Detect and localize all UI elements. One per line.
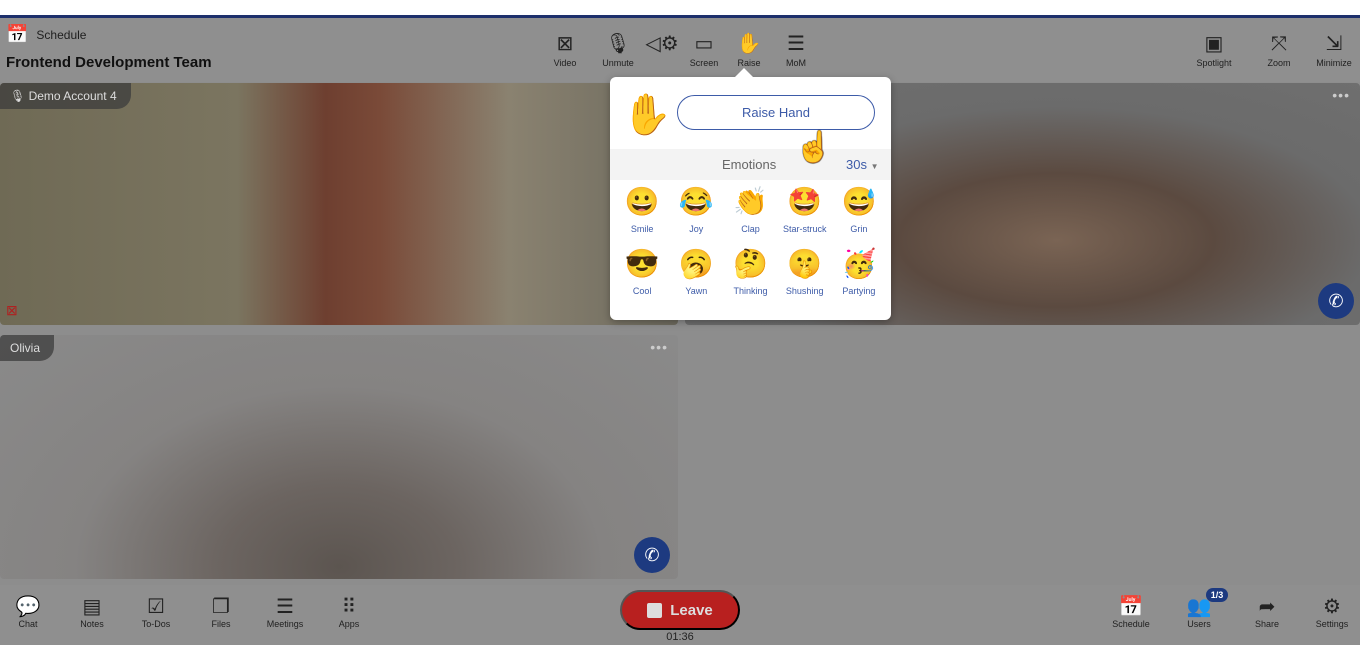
camera-off-icon: ⊠	[6, 302, 18, 318]
hand-icon: ✋	[736, 33, 762, 55]
phone-icon[interactable]: ✆	[634, 537, 670, 573]
emoji-icon: 😂	[678, 186, 714, 217]
emotion-yawn[interactable]: 🥱 Yawn	[669, 247, 723, 299]
emotions-label: Emotions	[722, 157, 777, 172]
spotlight-icon: ▣	[1204, 33, 1224, 55]
emotion-label: Cool	[632, 286, 652, 296]
files-button[interactable]: ❐ Files	[196, 595, 246, 629]
expand-icon: ⤧	[1271, 33, 1287, 55]
meetings-button[interactable]: ☰ Meetings	[260, 595, 310, 629]
apps-button[interactable]: ⠿ Apps	[324, 595, 374, 629]
emoji-icon: 🥱	[678, 248, 714, 279]
emotion-joy[interactable]: 😂 Joy	[669, 185, 723, 237]
emotion-grin[interactable]: 😅 Grin	[832, 185, 886, 237]
minimize-icon: ⇲	[1325, 33, 1343, 55]
meeting-timer: 01:36	[666, 631, 694, 643]
raise-hand-popup: ✋ Raise Hand Emotions 30s ▼ 😀 Smile 😂 Joy 👏 C…	[610, 68, 891, 320]
mic-off-icon: 🎙	[605, 33, 631, 55]
stop-icon	[647, 602, 663, 618]
chat-icon: 💬	[15, 596, 41, 618]
emoji-icon: 😅	[841, 186, 877, 217]
emoji-icon: 🤫	[787, 248, 823, 279]
video-tile[interactable]: Olivia ••• ✆	[0, 335, 678, 579]
bottom-bar: 💬 Chat ▤ Notes ☑ To-Dos ❐ Files ☰ Meetings ⠿ A…	[0, 585, 1360, 645]
emotion-thinking[interactable]: 🤔 Thinking	[723, 247, 777, 299]
screen-icon: ▭	[694, 33, 714, 55]
emotion-label: Shushing	[785, 286, 824, 296]
video-off-icon: ⊠	[556, 33, 574, 55]
emotion-label: Joy	[689, 224, 704, 234]
raise-hand-button[interactable]: Raise Hand	[677, 95, 875, 130]
emotion-label: Thinking	[733, 286, 768, 296]
checkbox-icon: ☑	[147, 596, 165, 618]
emotion-clap[interactable]: 👏 Clap	[723, 185, 777, 237]
emotion-label: Partying	[842, 286, 876, 296]
emoji-icon: 😎	[624, 248, 660, 279]
files-icon: ❐	[212, 596, 230, 618]
share-icon: ➦	[1258, 596, 1276, 618]
emotion-partying[interactable]: 🥳 Partying	[832, 247, 886, 299]
emotion-label: Grin	[850, 224, 868, 234]
emotion-label: Smile	[630, 224, 654, 234]
notes-button[interactable]: ▤ Notes	[67, 595, 117, 629]
mom-button[interactable]: ☰ MoM	[771, 32, 821, 68]
calendar-add-icon: 📅	[6, 24, 29, 44]
emoji-icon: 😀	[624, 186, 660, 217]
mic-off-icon: 🎙	[10, 89, 29, 103]
caret-down-icon: ▼	[870, 162, 879, 171]
emotion-cool[interactable]: 😎 Cool	[615, 247, 669, 299]
share-button[interactable]: ➦ Share	[1242, 595, 1292, 629]
emotion-label: Star-struck	[782, 224, 827, 234]
apps-grid-icon: ⠿	[341, 596, 357, 618]
more-options-icon[interactable]: •••	[1332, 87, 1350, 103]
emotion-label: Clap	[741, 224, 760, 234]
notes-icon: ▤	[82, 596, 102, 618]
users-count-badge: 1/3	[1206, 588, 1228, 602]
duration-dropdown[interactable]: 30s ▼	[846, 157, 879, 172]
video-button[interactable]: ⊠ Video	[540, 32, 590, 68]
top-bar: 📅 Schedule Frontend Development Team ⊠ Vid…	[0, 18, 1360, 82]
spotlight-button[interactable]: ▣ Spotlight	[1189, 32, 1239, 68]
leave-button[interactable]: Leave	[620, 590, 740, 630]
emotion-label: Yawn	[685, 286, 708, 296]
meetings-icon: ☰	[276, 596, 294, 618]
participant-name-tag: Olivia	[0, 335, 55, 361]
minimize-button[interactable]: ⇲ Minimize	[1309, 32, 1359, 68]
emotion-shushing[interactable]: 🤫 Shushing	[778, 247, 832, 299]
raised-hand-icon: ✋	[622, 93, 672, 137]
more-options-icon[interactable]: •••	[650, 339, 668, 355]
emoji-icon: 👏	[733, 186, 768, 217]
emoji-icon: 🥳	[841, 248, 877, 279]
emotion-star-struck[interactable]: 🤩 Star-struck	[778, 185, 832, 237]
zoom-button[interactable]: ⤧ Zoom	[1254, 32, 1304, 68]
emotions-header: Emotions 30s ▼	[610, 149, 891, 180]
schedule-button[interactable]: 📅 Schedule	[6, 24, 86, 45]
gear-icon: ⚙	[1323, 596, 1341, 618]
video-tile[interactable]: 🎙 Demo Account 4 ⊠	[0, 83, 678, 325]
screen-button[interactable]: ▭ Screen	[679, 32, 729, 68]
list-icon: ☰	[787, 33, 805, 55]
emotion-smile[interactable]: 😀 Smile	[615, 185, 669, 237]
participant-name-tag: 🎙 Demo Account 4	[0, 83, 131, 109]
settings-button[interactable]: ⚙ Settings	[1307, 595, 1357, 629]
hand-pointer-cursor-icon: ☝	[795, 131, 833, 164]
phone-icon[interactable]: ✆	[1318, 283, 1354, 319]
raise-button[interactable]: ✋ Raise	[724, 32, 774, 68]
emotions-grid: 😀 Smile 😂 Joy 👏 Clap 🤩 Star-struck 😅 Grin 😎 Cool 🥱 Ya…	[615, 185, 886, 299]
emoji-icon: 🤩	[787, 186, 823, 217]
meeting-title: Frontend Development Team	[6, 54, 212, 71]
schedule-button[interactable]: 📅 Schedule	[1106, 595, 1156, 629]
emoji-icon: 🤔	[733, 248, 768, 279]
calendar-add-icon: 📅	[1118, 596, 1144, 618]
chat-button[interactable]: 💬 Chat	[3, 595, 53, 629]
todos-button[interactable]: ☑ To-Dos	[131, 595, 181, 629]
unmute-button[interactable]: 🎙 Unmute	[593, 32, 643, 68]
